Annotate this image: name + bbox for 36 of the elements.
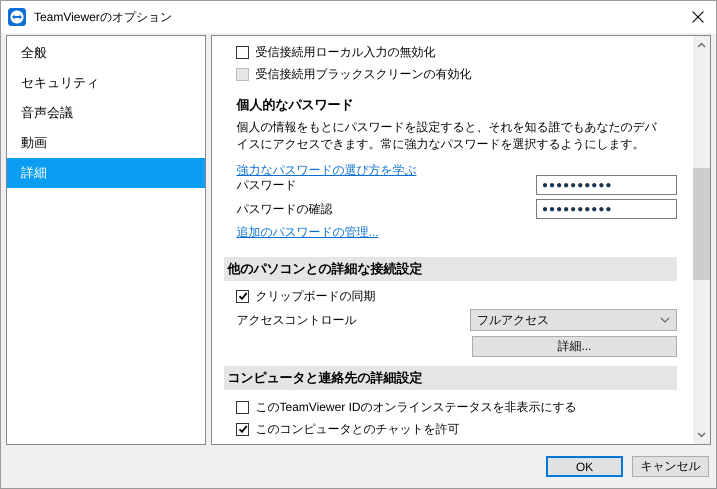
link[interactable]: 強力なパスワードの選び方を学ぶ [236,162,416,179]
section-heading: 個人的なパスワード [236,96,354,114]
scrollbar[interactable] [693,36,710,444]
description-text: 個人の情報をもとにパスワードを設定すると、それを知る誰でもあなたのデバイスにアクセスできます。常に強力なパスワードを選択するようにします。 [236,119,658,153]
access-dropdown[interactable]: フルアクセス [470,309,677,331]
sidebar-item[interactable]: 全般 [7,38,206,68]
sidebar-item[interactable]: 音声会議 [7,98,206,128]
checkbox[interactable] [236,290,250,302]
scroll-thumb[interactable] [693,168,710,280]
window-title: TeamViewerのオプション [34,8,173,26]
close-icon[interactable] [692,11,704,23]
section-header: コンピュータと連絡先の詳細設定 [224,366,677,390]
sidebar-item[interactable]: セキュリティ [7,68,206,98]
app-logo-icon [8,8,26,26]
section-header: 他のパソコンとの詳細な接続設定 [224,257,677,281]
checkbox-label: このコンピュータとのチャットを許可 [255,420,460,438]
checkbox[interactable] [236,46,250,58]
checkbox[interactable] [236,422,250,436]
checkbox-label: 受信接続用ブラックスクリーンの有効化 [255,66,472,82]
scroll-down-icon[interactable] [697,432,706,438]
link[interactable]: 追加のパスワードの管理... [236,224,378,241]
field-label: パスワード [236,176,296,194]
checkbox-label: 受信接続用ローカル入力の無効化 [255,44,436,60]
dialog-button[interactable]: キャンセル [632,456,709,477]
checkbox-label: クリップボードの同期 [255,288,376,304]
scroll-up-icon[interactable] [697,42,706,48]
dialog-button[interactable]: OK [546,456,623,477]
password-field[interactable]: ●●●●●●●●●● [536,199,677,219]
password-field[interactable]: ●●●●●●●●●● [536,175,677,195]
checkbox-label: このTeamViewer IDのオンラインステータスを非表示にする [255,398,577,416]
details-button[interactable]: 詳細... [472,336,677,357]
sidebar-item[interactable]: 動画 [7,128,206,158]
caret-icon [660,317,670,323]
field-label: アクセスコントロール [236,312,356,328]
field-label: パスワードの確認 [236,200,332,218]
checkbox[interactable] [236,400,250,414]
